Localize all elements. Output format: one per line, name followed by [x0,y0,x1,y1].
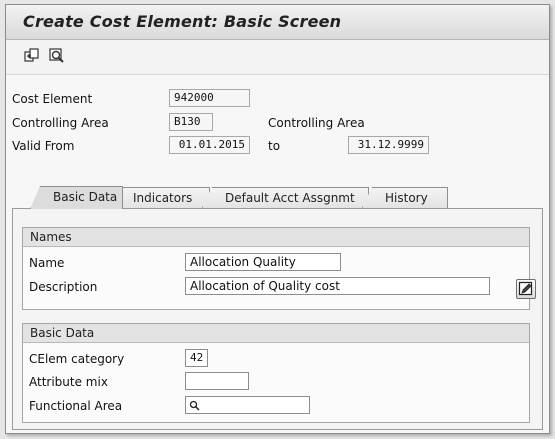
page-title: Create Cost Element: Basic Screen [23,12,342,31]
cost-element-label: Cost Element [12,92,93,106]
valid-to-label: to [268,139,281,153]
functional-area-label: Functional Area [29,399,123,413]
valid-from-field: 01.01.2015 [169,136,250,154]
display-icon[interactable] [48,48,66,66]
sap-window: Create Cost Element: Basic Screen Cost E… [5,4,550,434]
attribute-mix-field[interactable] [185,372,249,390]
tab-default-acct-assgnmt[interactable]: Default Acct Assgnmt [202,187,369,208]
application-toolbar [6,40,549,75]
controlling-area-description-label: Controlling Area [268,116,365,130]
controlling-area-field: B130 [169,113,213,131]
valid-to-field: 31.12.9999 [348,136,429,154]
edit-long-text-button[interactable] [516,279,536,299]
celem-category-label: CElem category [29,352,125,366]
celem-category-field[interactable]: 42 [185,349,208,367]
names-group-title: Names [23,228,529,247]
basic-data-group-title: Basic Data [23,324,529,343]
search-help-icon [189,400,200,411]
controlling-area-label: Controlling Area [12,116,109,130]
cost-element-field: 942000 [169,89,250,107]
tab-indicators[interactable]: Indicators [110,187,210,208]
name-label: Name [29,256,65,270]
name-field[interactable]: Allocation Quality [185,253,341,271]
description-field[interactable]: Allocation of Quality cost [185,277,490,295]
tab-history[interactable]: History [362,187,448,208]
copy-icon[interactable] [23,48,41,66]
functional-area-field[interactable] [185,396,310,414]
edit-pencil-icon [518,281,533,296]
attribute-mix-label: Attribute mix [29,375,108,389]
valid-from-label: Valid From [12,139,75,153]
tab-basic-data[interactable]: Basic Data [30,186,123,209]
description-label: Description [29,280,98,294]
title-bar: Create Cost Element: Basic Screen [6,5,549,40]
